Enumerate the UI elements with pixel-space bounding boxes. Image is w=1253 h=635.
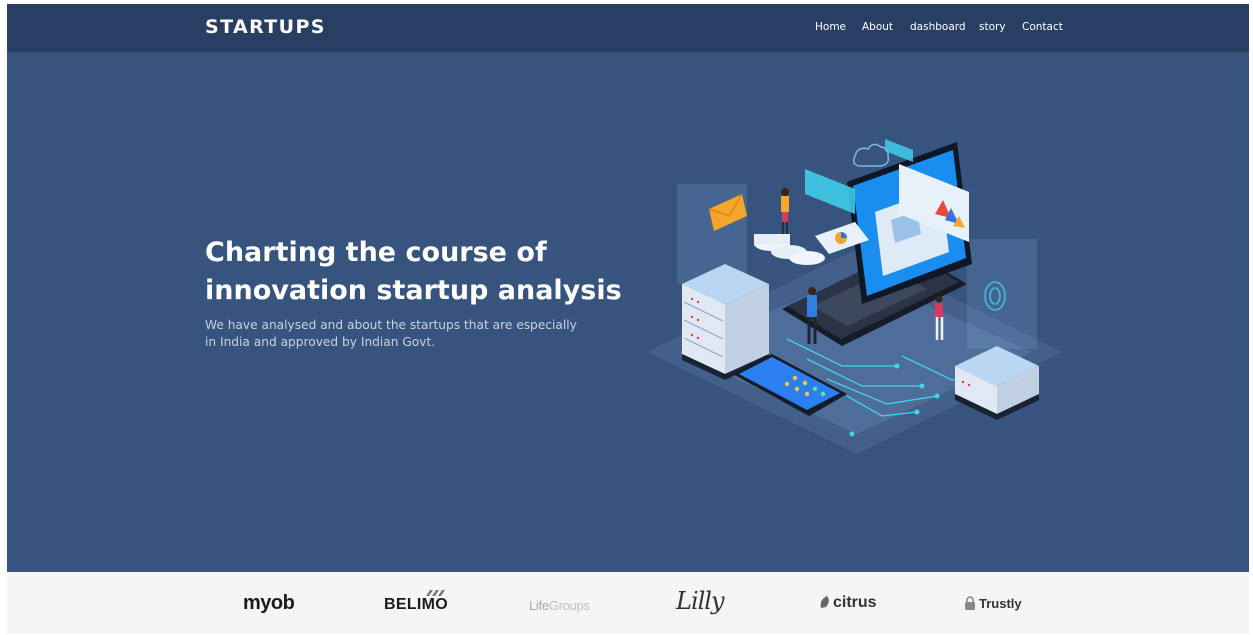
nav-link-about[interactable]: About (862, 21, 893, 33)
floating-small-panel (885, 139, 913, 162)
cloud-icon (852, 143, 890, 167)
logo-lifegroups-life: Life (529, 598, 549, 613)
logo-citrus-text: citrus (833, 594, 877, 611)
logo-myob: myob (243, 592, 295, 614)
nav-link-contact[interactable]: Contact (1022, 21, 1063, 33)
hero-subtext-line-2: in India and approved by Indian Govt. (205, 335, 436, 349)
logo-trustly: Trustly (963, 596, 1022, 611)
logo-lifegroups-groups: Groups (548, 598, 590, 613)
floating-screen-panel (805, 169, 855, 214)
light-beam-right (967, 239, 1037, 349)
logo-lifegroups: LifeGroups (529, 598, 590, 613)
hero-subtext: We have analysed and about the startups … (205, 317, 635, 351)
nav-menu: Home About dashboard story Contact (7, 21, 1249, 37)
logo-lilly: Lilly (676, 587, 725, 615)
hero-subtext-line-1: We have analysed and about the startups … (205, 318, 577, 332)
logo-belimo: BELIMO (384, 590, 449, 614)
nav-link-story[interactable]: story (979, 21, 1006, 33)
top-navbar: STARTUPS Home About dashboard story Cont… (7, 4, 1249, 52)
hero-headline: Charting the course of innovation startup… (205, 234, 635, 310)
trustly-lock-icon (965, 596, 975, 610)
coin-stack-platform (754, 234, 825, 265)
nav-link-dashboard[interactable]: dashboard (910, 21, 966, 33)
partner-logo-strip: myob BELIMO LifeGroups Lilly citrus Trus… (7, 572, 1249, 634)
citrus-leaf-icon (820, 596, 829, 608)
nav-link-home[interactable]: Home (815, 21, 846, 33)
hero-headline-line-1: Charting the course of (205, 237, 547, 268)
logo-trustly-text: Trustly (979, 596, 1022, 611)
page: STARTUPS Home About dashboard story Cont… (7, 4, 1249, 634)
belimo-mark-icon (426, 590, 445, 596)
logo-belimo-text: BELIMO (384, 596, 449, 613)
person-woman-top (781, 188, 789, 234)
hero-headline-line-2: innovation startup analysis (205, 275, 622, 306)
logo-citrus: citrus (819, 594, 877, 612)
isometric-laptop-data-analytics-illustration (647, 139, 1062, 454)
hero-section: Charting the course of innovation startup… (7, 52, 1249, 572)
